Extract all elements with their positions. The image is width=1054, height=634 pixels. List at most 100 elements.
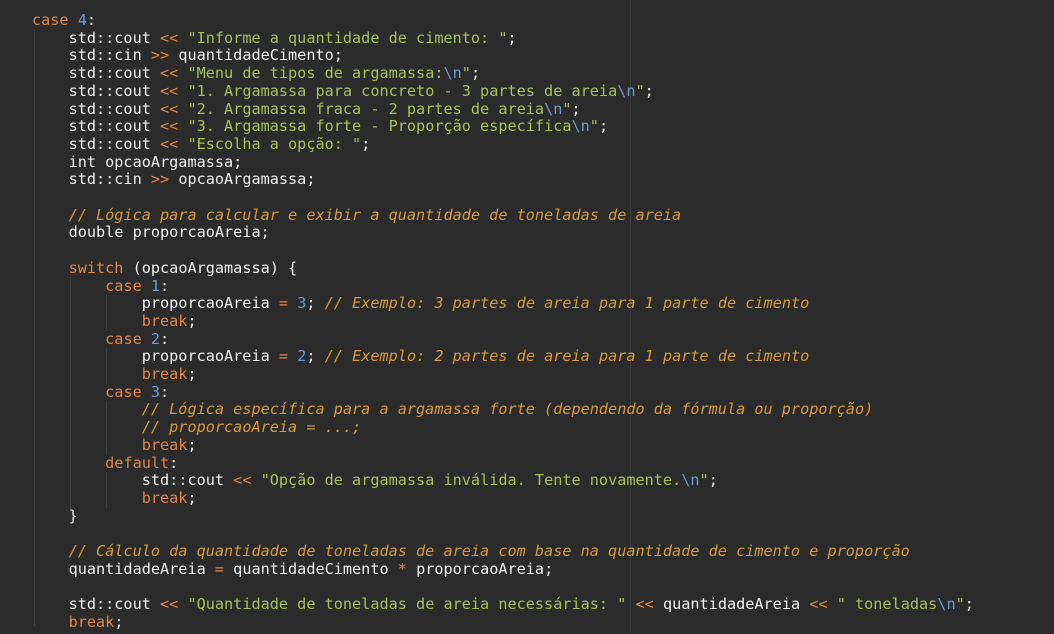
code-token: "Menu de tipos de argamassa: xyxy=(178,64,444,83)
code-token: \n xyxy=(571,117,590,136)
code-token: "Escolha a opção: " xyxy=(178,134,362,153)
code-line[interactable]: // Lógica para calcular e exibir a quant… xyxy=(32,205,682,224)
code-token: opcaoArgamassa; xyxy=(169,170,316,189)
code-token: 3 xyxy=(297,294,307,313)
code-token: << xyxy=(635,595,654,614)
code-line[interactable]: std::cin >> opcaoArgamassa; xyxy=(32,170,316,189)
code-token: // Lógica específica para a argamassa fo… xyxy=(141,400,874,419)
code-token: // Lógica para calcular e exibir a quant… xyxy=(68,205,682,224)
code-line[interactable]: case 4: xyxy=(32,11,96,29)
code-token: case xyxy=(105,382,151,401)
code-token: ; xyxy=(187,488,197,507)
code-token: "1. Argamassa para concreto - 3 partes d… xyxy=(178,81,618,100)
code-line[interactable]: double proporcaoAreia; xyxy=(32,223,270,241)
code-token: << xyxy=(809,595,828,614)
code-line[interactable]: // Cálculo da quantidade de toneladas de… xyxy=(32,542,910,560)
code-token: = xyxy=(278,347,289,366)
code-line[interactable]: std::cout << "3. Argamassa forte - Propo… xyxy=(32,117,609,136)
code-token: \n xyxy=(617,81,636,100)
code-token: " xyxy=(955,595,965,614)
code-line[interactable]: } xyxy=(32,507,78,525)
code-token: " xyxy=(589,117,599,136)
code-token: // Exemplo: 3 partes de areia para 1 par… xyxy=(324,294,810,313)
code-line[interactable]: case 1: xyxy=(32,277,169,295)
code-token: quantidadeCimento xyxy=(224,559,398,578)
code-token: : xyxy=(160,382,170,401)
code-token: quantidadeAreia xyxy=(32,559,215,578)
code-token: proporcaoAreia xyxy=(32,294,279,313)
code-line[interactable]: break; xyxy=(32,365,197,383)
code-token: proporcaoAreia; xyxy=(406,559,554,578)
code-token: ; xyxy=(306,347,325,366)
code-token: std::cout xyxy=(32,117,161,136)
code-line[interactable]: std::cout << "Opção de argamassa inválid… xyxy=(32,471,718,489)
code-token: "3. Argamassa forte - Proporção específi… xyxy=(178,117,572,136)
code-token: "Quantidade de toneladas de areia necess… xyxy=(178,595,627,614)
code-token: : xyxy=(160,329,170,348)
code-line[interactable]: std::cout << "1. Argamassa para concreto… xyxy=(32,82,654,100)
code-editor[interactable]: case 4: std::cout << "Informe a quantida… xyxy=(0,0,1054,634)
code-line[interactable]: std::cout << "Informe a quantidade de ci… xyxy=(32,29,517,47)
code-token: quantidadeCimento; xyxy=(169,46,343,65)
code-line[interactable]: break; xyxy=(32,436,197,454)
code-line[interactable]: break; xyxy=(32,489,197,507)
code-token: = xyxy=(214,559,225,578)
code-token: \n xyxy=(681,471,700,490)
code-token: \n xyxy=(544,99,563,118)
code-token: std::cout xyxy=(32,81,161,100)
code-token: ; xyxy=(964,595,974,614)
code-token: break xyxy=(141,311,188,330)
code-token: // Cálculo da quantidade de toneladas de… xyxy=(68,542,910,560)
code-line[interactable]: switch (opcaoArgamassa) { xyxy=(32,258,298,277)
code-line[interactable]: int opcaoArgamassa; xyxy=(32,152,243,171)
code-token: double proporcaoAreia; xyxy=(32,223,270,242)
code-token: switch xyxy=(68,258,124,277)
code-token: quantidadeAreia xyxy=(653,595,810,614)
code-line[interactable]: std::cin >> quantidadeCimento; xyxy=(32,46,343,64)
code-line[interactable]: case 2: xyxy=(32,330,169,348)
code-line[interactable]: std::cout << "2. Argamassa fraca - 2 par… xyxy=(32,100,581,118)
code-token: break xyxy=(141,365,188,383)
code-line[interactable]: break; xyxy=(32,312,197,330)
code-token: << xyxy=(160,28,179,47)
code-token: "Informe a quantidade de cimento: " xyxy=(178,28,508,47)
code-line[interactable]: default: xyxy=(32,454,178,472)
code-token: std::cout xyxy=(32,99,161,118)
code-line[interactable]: // Lógica específica para a argamassa fo… xyxy=(32,400,874,419)
code-token: case xyxy=(32,11,78,29)
code-token: >> xyxy=(150,170,170,189)
code-token: case xyxy=(105,329,151,348)
code-line[interactable]: std::cout << "Quantidade de toneladas de… xyxy=(32,595,974,613)
code-line[interactable]: // proporcaoAreia = ...; xyxy=(32,418,361,436)
code-token: std::cin xyxy=(32,170,151,189)
code-token: ; xyxy=(644,81,654,100)
code-token: ; xyxy=(470,64,481,83)
code-line[interactable]: break; xyxy=(32,613,124,631)
code-token: << xyxy=(160,99,179,118)
code-token: default xyxy=(105,453,170,472)
code-token: ; xyxy=(187,365,197,383)
code-token: "2. Argamassa fraca - 2 partes de areia xyxy=(178,99,545,118)
code-token: break xyxy=(141,488,188,507)
code-token: ; xyxy=(187,435,197,454)
code-token: int opcaoArgamassa; xyxy=(32,152,243,171)
code-line[interactable]: case 3: xyxy=(32,383,169,401)
code-token: ; xyxy=(708,471,718,490)
code-line[interactable]: proporcaoAreia = 2; // Exemplo: 2 partes… xyxy=(32,347,810,366)
code-line[interactable]: quantidadeAreia = quantidadeCimento * pr… xyxy=(32,559,554,578)
code-line[interactable]: std::cout << "Menu de tipos de argamassa… xyxy=(32,64,481,83)
code-line[interactable]: std::cout << "Escolha a opção: "; xyxy=(32,134,371,153)
code-line[interactable]: proporcaoAreia = 3; // Exemplo: 3 partes… xyxy=(32,294,810,313)
code-token: " toneladas xyxy=(827,595,938,614)
code-token: * xyxy=(397,559,407,578)
code-token: : xyxy=(169,453,179,472)
